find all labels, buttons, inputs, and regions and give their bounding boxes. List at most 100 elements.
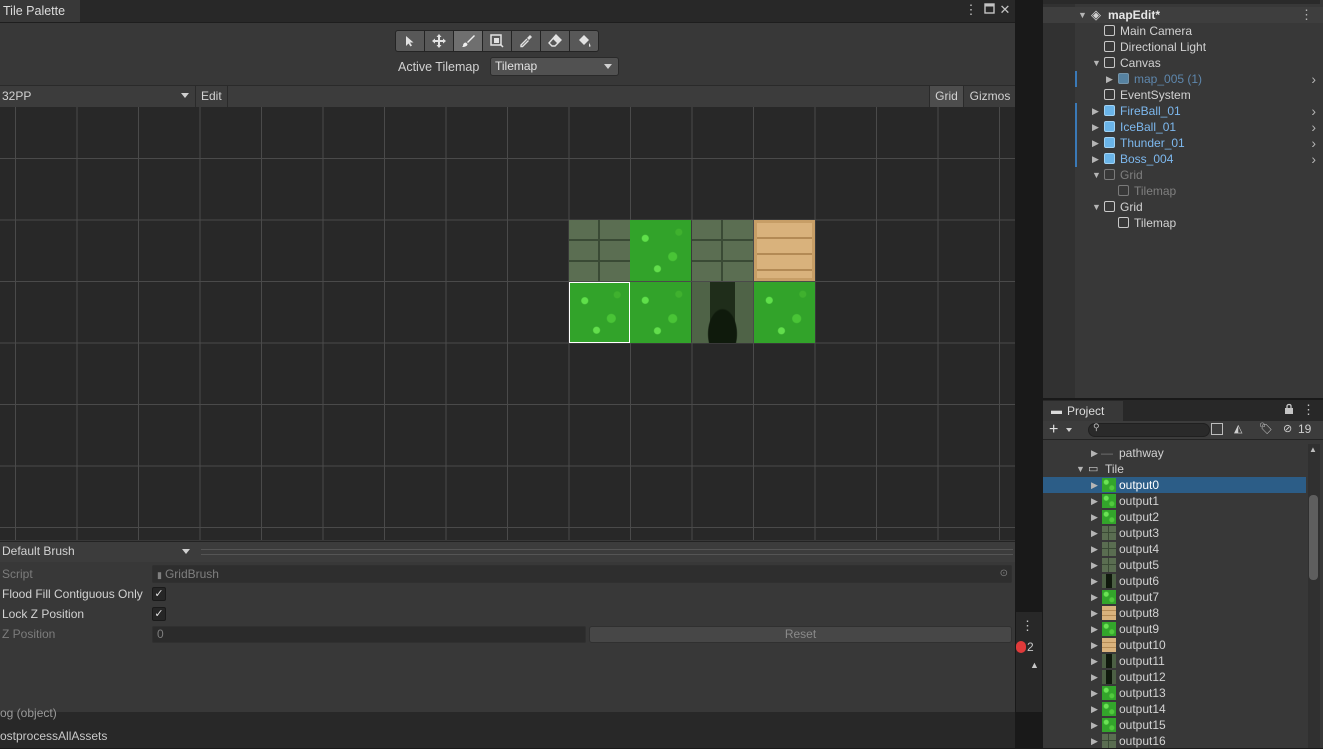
asset-row[interactable]: ▶ output0 xyxy=(1043,477,1306,493)
expand-arrow-icon[interactable]: ▶ xyxy=(1091,733,1098,749)
fill-tool-button[interactable] xyxy=(569,30,599,52)
open-prefab-icon[interactable]: › xyxy=(1311,119,1316,135)
active-tilemap-dropdown[interactable]: Tilemap xyxy=(490,57,619,76)
kebab-menu-icon[interactable]: ⋮ xyxy=(1302,402,1315,418)
hierarchy-item[interactable]: Main Camera xyxy=(1043,23,1323,39)
hierarchy-item[interactable]: › ▶ IceBall_01 xyxy=(1043,119,1323,135)
gizmos-toggle-button[interactable]: Gizmos xyxy=(963,86,1016,107)
asset-row[interactable]: ▶ output14 xyxy=(1043,701,1306,717)
hierarchy-item[interactable]: › ▶ Thunder_01 xyxy=(1043,135,1323,151)
expand-arrow-icon[interactable]: ▶ xyxy=(1106,71,1113,87)
hierarchy-item[interactable]: Tilemap xyxy=(1043,215,1323,231)
chevron-down-icon[interactable] xyxy=(1066,428,1072,432)
splitter-handle[interactable] xyxy=(201,549,1013,555)
expand-arrow-icon[interactable]: ▶ xyxy=(1091,701,1098,717)
selected-palette-tile[interactable] xyxy=(569,282,630,343)
palette-grid-view[interactable] xyxy=(0,107,1015,540)
expand-arrow-icon[interactable]: ▶ xyxy=(1091,573,1098,589)
expand-arrow-icon[interactable]: ▶ xyxy=(1092,119,1099,135)
lock-z-checkbox[interactable]: ✓ xyxy=(152,607,166,621)
search-by-type-icon[interactable] xyxy=(1211,423,1223,435)
hierarchy-item[interactable]: › ▶ map_005 (1) xyxy=(1043,71,1323,87)
maximize-icon[interactable] xyxy=(981,2,997,18)
flood-fill-checkbox[interactable]: ✓ xyxy=(152,587,166,601)
box-fill-tool-button[interactable] xyxy=(482,30,512,52)
palette-dropdown[interactable]: 32PP xyxy=(0,86,196,107)
erase-tool-button[interactable] xyxy=(540,30,570,52)
grid-toggle-button[interactable]: Grid xyxy=(929,86,963,107)
expand-arrow-icon[interactable]: ▶ xyxy=(1091,541,1098,557)
scroll-up-icon[interactable]: ▲ xyxy=(1030,660,1039,670)
move-tool-button[interactable] xyxy=(424,30,454,52)
expand-arrow-icon[interactable]: ▶ xyxy=(1091,445,1098,461)
collapse-arrow-icon[interactable]: ▼ xyxy=(1078,7,1087,23)
asset-row[interactable]: ▶ output6 xyxy=(1043,573,1306,589)
expand-arrow-icon[interactable]: ▶ xyxy=(1091,637,1098,653)
z-position-field[interactable]: 0 xyxy=(152,626,586,643)
palette-tile[interactable] xyxy=(630,282,691,343)
create-plus-icon[interactable]: + xyxy=(1049,421,1058,439)
asset-row[interactable]: ▶ output4 xyxy=(1043,541,1306,557)
palette-tile[interactable] xyxy=(692,220,753,281)
expand-arrow-icon[interactable]: ▶ xyxy=(1091,685,1098,701)
palette-tile[interactable] xyxy=(630,220,691,281)
hierarchy-item[interactable]: ▼ Canvas xyxy=(1043,55,1323,71)
expand-arrow-icon[interactable]: ▶ xyxy=(1092,151,1099,167)
brush-dropdown[interactable]: Default Brush xyxy=(0,542,196,562)
asset-row[interactable]: ▶ output8 xyxy=(1043,605,1306,621)
asset-row[interactable]: ▶ output2 xyxy=(1043,509,1306,525)
expand-arrow-icon[interactable]: ▶ xyxy=(1091,493,1098,509)
open-prefab-icon[interactable]: › xyxy=(1311,151,1316,167)
collapse-arrow-icon[interactable]: ▼ xyxy=(1092,167,1101,183)
console-line[interactable]: og (object) xyxy=(0,706,57,720)
asset-row[interactable]: ▶ output16 xyxy=(1043,733,1306,749)
scroll-up-icon[interactable]: ▲ xyxy=(1309,445,1317,454)
asset-row[interactable]: ▶ output11 xyxy=(1043,653,1306,669)
palette-tile[interactable] xyxy=(569,220,630,281)
kebab-menu-icon[interactable]: ⋮ xyxy=(963,2,979,18)
hierarchy-item[interactable]: › ▶ Boss_004 xyxy=(1043,151,1323,167)
label-tag-icon[interactable]: 🏷 xyxy=(1259,423,1273,435)
expand-arrow-icon[interactable]: ▶ xyxy=(1092,103,1099,119)
hierarchy-item[interactable]: › ▶ FireBall_01 xyxy=(1043,103,1323,119)
asset-row[interactable]: ▶ output5 xyxy=(1043,557,1306,573)
expand-arrow-icon[interactable]: ▶ xyxy=(1091,477,1098,493)
open-prefab-icon[interactable]: › xyxy=(1311,135,1316,151)
folder-row[interactable]: ▶ — pathway xyxy=(1043,445,1306,461)
open-prefab-icon[interactable]: › xyxy=(1311,103,1316,119)
hidden-packages-icon[interactable]: ⊘ xyxy=(1283,422,1292,436)
asset-row[interactable]: ▶ output12 xyxy=(1043,669,1306,685)
hierarchy-item[interactable]: ▼ Grid xyxy=(1043,199,1323,215)
asset-row[interactable]: ▶ output9 xyxy=(1043,621,1306,637)
open-prefab-icon[interactable]: › xyxy=(1311,71,1316,87)
asset-row[interactable]: ▶ output1 xyxy=(1043,493,1306,509)
asset-row[interactable]: ▶ output3 xyxy=(1043,525,1306,541)
expand-arrow-icon[interactable]: ▶ xyxy=(1091,621,1098,637)
asset-row[interactable]: ▶ output7 xyxy=(1043,589,1306,605)
collapse-arrow-icon[interactable]: ▼ xyxy=(1076,461,1085,477)
paint-tool-button[interactable] xyxy=(453,30,483,52)
tile-palette-tab[interactable]: Tile Palette xyxy=(0,0,80,22)
expand-arrow-icon[interactable]: ▶ xyxy=(1091,589,1098,605)
kebab-menu-icon[interactable]: ⋮ xyxy=(1021,618,1034,634)
asset-row[interactable]: ▶ output15 xyxy=(1043,717,1306,733)
project-scrollbar[interactable] xyxy=(1308,444,1320,748)
expand-arrow-icon[interactable]: ▶ xyxy=(1091,605,1098,621)
console-line[interactable]: ostprocessAllAssets xyxy=(0,729,107,743)
expand-arrow-icon[interactable]: ▶ xyxy=(1091,509,1098,525)
expand-arrow-icon[interactable]: ▶ xyxy=(1091,669,1098,685)
palette-tile[interactable] xyxy=(754,220,815,281)
edit-palette-button[interactable]: Edit xyxy=(198,86,228,107)
palette-tile[interactable] xyxy=(754,282,815,343)
expand-arrow-icon[interactable]: ▶ xyxy=(1091,653,1098,669)
collapse-arrow-icon[interactable]: ▼ xyxy=(1092,199,1101,215)
expand-arrow-icon[interactable]: ▶ xyxy=(1091,557,1098,573)
palette-tile[interactable] xyxy=(692,282,753,343)
hierarchy-item[interactable]: ▼ Grid xyxy=(1043,167,1323,183)
asset-row[interactable]: ▶ output13 xyxy=(1043,685,1306,701)
lock-icon[interactable] xyxy=(1284,403,1294,417)
expand-arrow-icon[interactable]: ▶ xyxy=(1092,135,1099,151)
picker-tool-button[interactable] xyxy=(511,30,541,52)
hierarchy-item[interactable]: Tilemap xyxy=(1043,183,1323,199)
reset-button[interactable]: Reset xyxy=(589,626,1012,643)
